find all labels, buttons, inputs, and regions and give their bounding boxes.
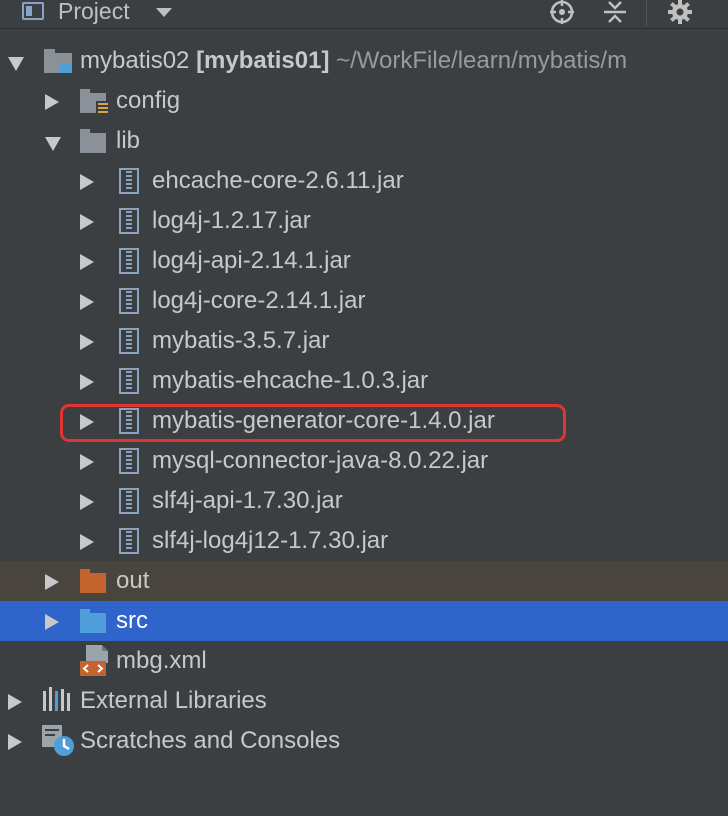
jar-label: mybatis-3.5.7.jar <box>152 327 330 354</box>
expand-arrow-icon[interactable] <box>80 494 94 510</box>
jar-label: log4j-1.2.17.jar <box>152 207 311 234</box>
jar-icon <box>119 168 139 194</box>
source-folder-icon <box>80 609 106 633</box>
tree-row-jar[interactable]: log4j-1.2.17.jar <box>0 201 728 241</box>
src-label: src <box>116 607 148 634</box>
folder-icon <box>80 129 106 153</box>
module-folder-icon <box>44 49 72 73</box>
lib-label: lib <box>116 127 141 154</box>
gear-icon[interactable] <box>665 0 695 26</box>
collapse-all-icon[interactable] <box>600 0 630 26</box>
expand-arrow-icon[interactable] <box>45 94 59 110</box>
tree-row-config[interactable]: config <box>0 81 728 121</box>
module-name: [mybatis01] <box>196 47 330 74</box>
expand-arrow-icon[interactable] <box>80 334 94 350</box>
tree-row-jar[interactable]: log4j-api-2.14.1.jar <box>0 241 728 281</box>
jar-icon <box>119 528 139 554</box>
view-dropdown-icon[interactable] <box>156 8 172 17</box>
expand-arrow-icon[interactable] <box>8 734 22 750</box>
jar-icon <box>119 448 139 474</box>
tree-row-jar[interactable]: slf4j-log4j12-1.7.30.jar <box>0 521 728 561</box>
jar-label: slf4j-api-1.7.30.jar <box>152 487 343 514</box>
config-folder-icon <box>80 89 109 116</box>
tree-row-jar[interactable]: mybatis-3.5.7.jar <box>0 321 728 361</box>
expand-arrow-icon[interactable] <box>80 534 94 550</box>
libraries-icon <box>43 687 70 711</box>
mbg-label: mbg.xml <box>116 647 207 674</box>
jar-icon <box>119 208 139 234</box>
expand-arrow-icon[interactable] <box>45 614 59 630</box>
jar-label: mybatis-ehcache-1.0.3.jar <box>152 367 429 394</box>
jar-icon <box>119 288 139 314</box>
tree-row-root[interactable]: mybatis02 [mybatis01] ~/WorkFile/learn/m… <box>0 41 728 81</box>
expand-arrow-icon[interactable] <box>80 294 94 310</box>
jar-icon <box>119 488 139 514</box>
jar-label: ehcache-core-2.6.11.jar <box>152 167 404 194</box>
expand-arrow-icon[interactable] <box>45 137 61 151</box>
jar-icon <box>119 328 139 354</box>
expand-arrow-icon[interactable] <box>80 214 94 230</box>
expand-arrow-icon[interactable] <box>80 174 94 190</box>
tree-row-jar[interactable]: slf4j-api-1.7.30.jar <box>0 481 728 521</box>
expand-arrow-icon[interactable] <box>80 254 94 270</box>
tree-row-jar[interactable]: mysql-connector-java-8.0.22.jar <box>0 441 728 481</box>
config-label: config <box>116 87 181 114</box>
tree-row-jar[interactable]: log4j-core-2.14.1.jar <box>0 281 728 321</box>
expand-arrow-icon[interactable] <box>80 454 94 470</box>
scratches-icon <box>42 725 74 756</box>
highlight-box <box>60 404 566 442</box>
tree-row-lib[interactable]: lib <box>0 121 728 161</box>
jar-icon <box>119 368 139 394</box>
xml-file-icon <box>80 645 108 676</box>
out-label: out <box>116 567 150 594</box>
jar-label: mysql-connector-java-8.0.22.jar <box>152 447 489 474</box>
jar-icon <box>119 248 139 274</box>
jar-label: log4j-core-2.14.1.jar <box>152 287 366 314</box>
jar-label: slf4j-log4j12-1.7.30.jar <box>152 527 389 554</box>
tree-row-out[interactable]: out <box>0 561 728 601</box>
tree-row-src[interactable]: src <box>0 601 728 641</box>
root-label: mybatis02 [mybatis01] ~/WorkFile/learn/m… <box>80 47 627 75</box>
tree-row-scratches[interactable]: Scratches and Consoles <box>0 721 728 761</box>
locate-icon[interactable] <box>547 0 577 26</box>
tree-row-mbg-xml[interactable]: mbg.xml <box>0 641 728 681</box>
expand-arrow-icon[interactable] <box>8 57 24 71</box>
expand-arrow-icon[interactable] <box>8 694 22 710</box>
project-toolbar: Project <box>0 0 728 29</box>
external-libraries-label: External Libraries <box>80 687 267 714</box>
project-name: mybatis02 <box>80 47 190 74</box>
excluded-folder-icon <box>80 569 106 593</box>
project-view-title[interactable]: Project <box>58 0 130 25</box>
tree-row-external-libraries[interactable]: External Libraries <box>0 681 728 721</box>
tree-row-jar[interactable]: ehcache-core-2.6.11.jar <box>0 161 728 201</box>
project-path: ~/WorkFile/learn/mybatis/m <box>336 47 628 74</box>
scratches-label: Scratches and Consoles <box>80 727 341 754</box>
tree-row-jar[interactable]: mybatis-ehcache-1.0.3.jar <box>0 361 728 401</box>
toolbar-divider <box>646 0 647 26</box>
jar-label: log4j-api-2.14.1.jar <box>152 247 351 274</box>
expand-arrow-icon[interactable] <box>45 574 59 590</box>
expand-arrow-icon[interactable] <box>80 374 94 390</box>
project-view-icon <box>22 2 44 20</box>
